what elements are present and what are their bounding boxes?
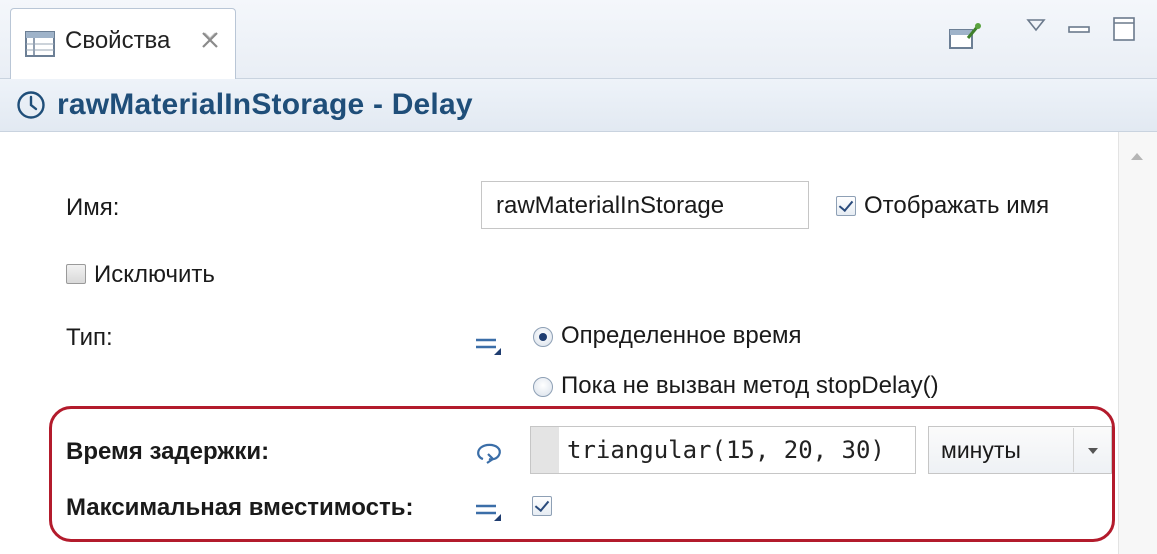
vertical-scrollbar[interactable] [1118,132,1157,554]
name-label: Имя: [66,194,120,221]
chevron-down-icon[interactable] [1073,428,1112,472]
dynamic-value-toggle-icon[interactable] [474,441,504,470]
view-tab-bar: Свойства [0,0,1157,79]
delay-time-expression: triangular(15, 20, 30) [567,436,885,464]
minimize-icon[interactable] [1068,22,1090,40]
tab-label: Свойства [65,27,171,54]
time-units-value: минуты [941,437,1021,463]
type-label: Тип: [66,324,113,351]
exclude-checkbox[interactable] [66,264,86,284]
type-radio-fixed-time[interactable] [533,327,553,347]
maximize-icon[interactable] [1112,16,1136,47]
clock-icon [16,90,46,120]
properties-header: rawMaterialInStorage - Delay [0,79,1157,132]
page-title: rawMaterialInStorage - Delay [57,88,473,121]
max-capacity-checkbox[interactable] [532,496,552,516]
show-name-label: Отображать имя [864,192,1050,219]
delay-time-label: Время задержки: [66,438,270,465]
properties-table-icon [25,31,55,57]
name-field[interactable] [481,181,809,229]
time-units-select[interactable]: минуты [928,426,1112,474]
close-icon[interactable] [201,31,219,49]
delay-time-expression-field[interactable]: triangular(15, 20, 30) [530,426,916,474]
code-gutter [531,427,559,473]
pin-to-view-icon[interactable] [948,22,982,57]
static-value-toggle-icon[interactable] [474,334,502,356]
tab-properties[interactable]: Свойства [10,8,236,79]
scroll-up-arrow-icon[interactable] [1130,148,1144,160]
exclude-label: Исключить [94,261,215,288]
type-option-until-stopdelay: Пока не вызван метод stopDelay() [561,372,939,399]
type-option-fixed-time: Определенное время [561,322,802,349]
show-name-checkbox[interactable] [836,196,856,216]
name-input[interactable] [496,192,796,220]
view-menu-icon[interactable] [1026,18,1046,37]
max-capacity-label: Максимальная вместимость: [66,494,414,521]
static-value-toggle-icon[interactable] [474,500,502,522]
type-radio-until-stopdelay[interactable] [533,377,553,397]
